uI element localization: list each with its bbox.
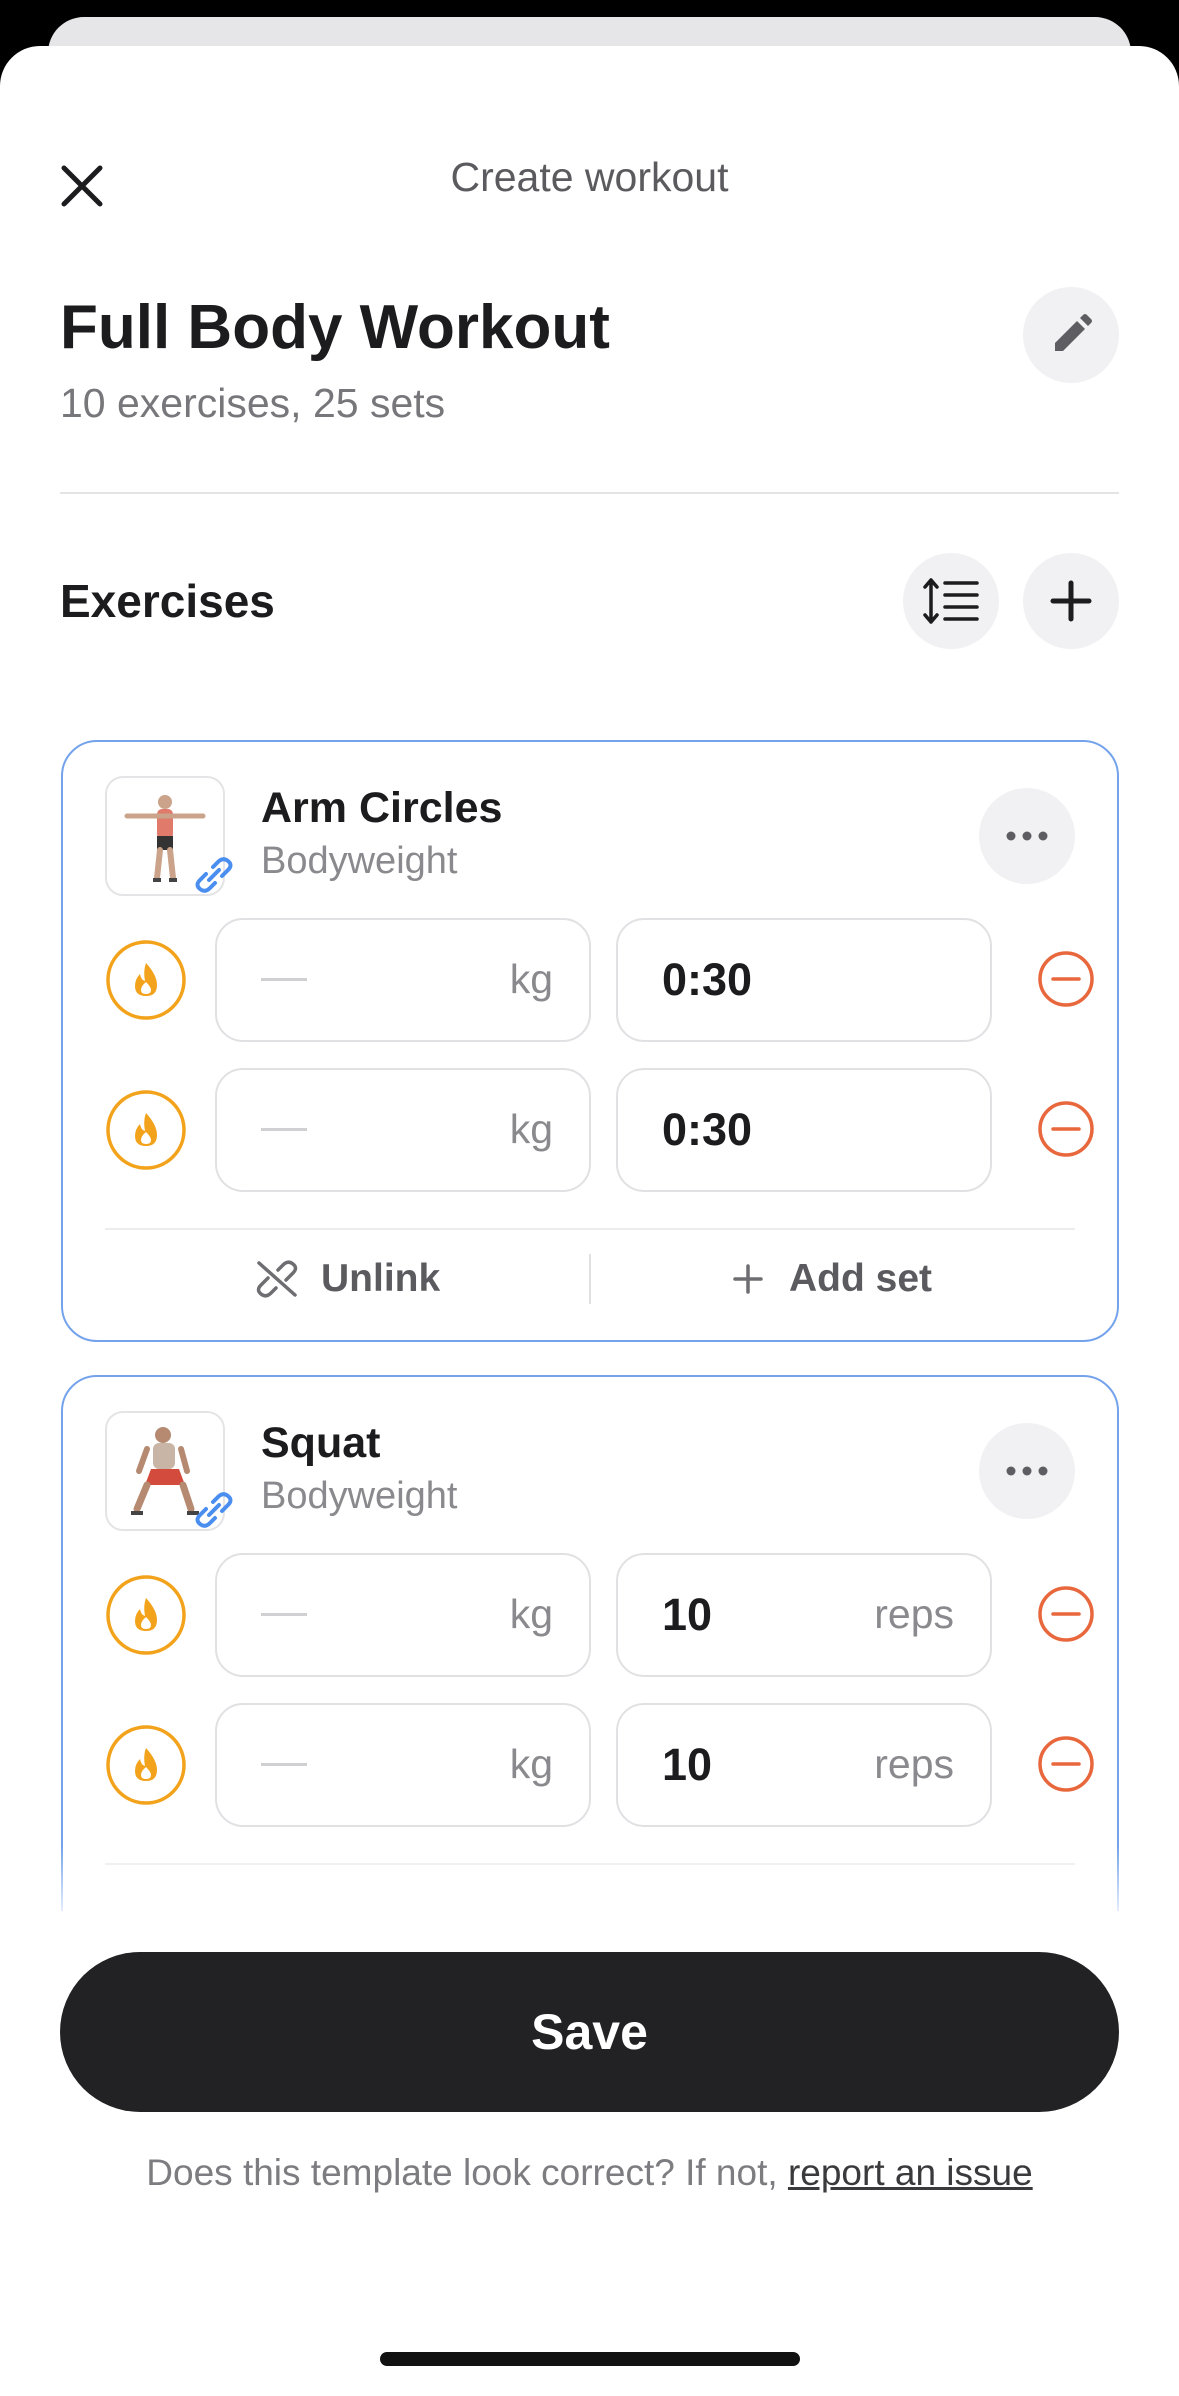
workout-title: Full Body Workout — [60, 293, 610, 362]
empty-value-dash — [261, 978, 307, 981]
add-set-button[interactable]: Add set — [733, 1244, 932, 1314]
link-icon — [195, 1492, 233, 1528]
empty-value-dash — [261, 1128, 307, 1131]
reps-unit: reps — [874, 1741, 954, 1787]
pencil-icon — [1055, 314, 1092, 351]
empty-value-dash — [261, 1763, 307, 1766]
duration-value: 0:30 — [662, 1104, 753, 1155]
reorder-icon — [923, 578, 979, 624]
weight-unit: kg — [509, 1591, 553, 1637]
weight-unit: kg — [509, 1106, 553, 1152]
reps-unit: reps — [874, 1591, 954, 1637]
add-exercise-button[interactable] — [1023, 553, 1119, 649]
unlink-button[interactable]: Unlink — [253, 1244, 440, 1314]
footer-separator — [589, 1254, 591, 1304]
scroll-fade — [0, 1846, 1179, 1911]
create-workout-sheet: Create workout Full Body Workout 10 exer… — [0, 46, 1179, 2396]
flame-icon[interactable] — [105, 1574, 187, 1656]
header-divider — [60, 492, 1119, 494]
plus-icon — [733, 1264, 763, 1294]
report-issue-text: Does this template look correct? If not,… — [0, 2152, 1179, 2194]
workout-summary: 10 exercises, 25 sets — [60, 380, 446, 426]
weight-input[interactable]: kg — [215, 1553, 591, 1677]
minus-circle-icon[interactable] — [1037, 1585, 1095, 1643]
minus-circle-icon[interactable] — [1037, 1100, 1095, 1158]
add-set-label: Add set — [789, 1257, 933, 1300]
exercise-more-button[interactable] — [979, 1423, 1075, 1519]
set-row: kg 0:30 — [105, 918, 1094, 1042]
nav-title: Create workout — [450, 154, 729, 200]
reps-value: 10 — [662, 1739, 713, 1790]
unlink-label: Unlink — [321, 1257, 441, 1300]
report-issue-link[interactable]: report an issue — [788, 2152, 1033, 2193]
reps-input[interactable]: 10 reps — [616, 1553, 992, 1677]
card-footer-divider — [105, 1228, 1075, 1230]
reps-value: 10 — [662, 1589, 713, 1640]
flame-icon[interactable] — [105, 1724, 187, 1806]
duration-value: 0:30 — [662, 954, 753, 1005]
minus-circle-icon[interactable] — [1037, 1735, 1095, 1793]
weight-unit: kg — [509, 956, 553, 1002]
more-horizontal-icon — [1006, 831, 1048, 841]
plus-icon — [1050, 580, 1092, 622]
weight-unit: kg — [509, 1741, 553, 1787]
empty-value-dash — [261, 1613, 307, 1616]
set-row: kg 10 reps — [105, 1553, 1094, 1677]
save-button[interactable]: Save — [60, 1952, 1119, 2112]
exercises-section-title: Exercises — [60, 575, 275, 627]
reorder-button[interactable] — [903, 553, 999, 649]
weight-input[interactable]: kg — [215, 918, 591, 1042]
reps-input[interactable]: 10 reps — [616, 1703, 992, 1827]
exercise-card-arm-circles: Arm Circles Bodyweight kg 0:30 kg 0:30 U… — [61, 740, 1119, 1342]
report-prompt: Does this template look correct? If not, — [146, 2152, 778, 2193]
unlink-icon — [256, 1260, 298, 1298]
flame-icon[interactable] — [105, 1089, 187, 1171]
exercise-more-button[interactable] — [979, 788, 1075, 884]
minus-circle-icon[interactable] — [1037, 950, 1095, 1008]
edit-workout-button[interactable] — [1023, 287, 1119, 383]
exercise-name[interactable]: Squat — [261, 1419, 380, 1468]
set-row: kg 0:30 — [105, 1068, 1094, 1192]
exercise-name[interactable]: Arm Circles — [261, 784, 502, 833]
weight-input[interactable]: kg — [215, 1703, 591, 1827]
duration-input[interactable]: 0:30 — [616, 1068, 992, 1192]
exercise-list[interactable]: Arm Circles Bodyweight kg 0:30 kg 0:30 U… — [0, 686, 1179, 1911]
flame-icon[interactable] — [105, 939, 187, 1021]
home-indicator — [380, 2352, 800, 2366]
exercise-equipment: Bodyweight — [261, 840, 458, 882]
exercise-equipment: Bodyweight — [261, 1475, 458, 1517]
duration-input[interactable]: 0:30 — [616, 918, 992, 1042]
set-row: kg 10 reps — [105, 1703, 1094, 1827]
more-horizontal-icon — [1006, 1466, 1048, 1476]
weight-input[interactable]: kg — [215, 1068, 591, 1192]
exercise-card-squat: Squat Bodyweight kg 10 reps kg 10 reps — [61, 1375, 1119, 1911]
link-icon — [195, 857, 233, 893]
